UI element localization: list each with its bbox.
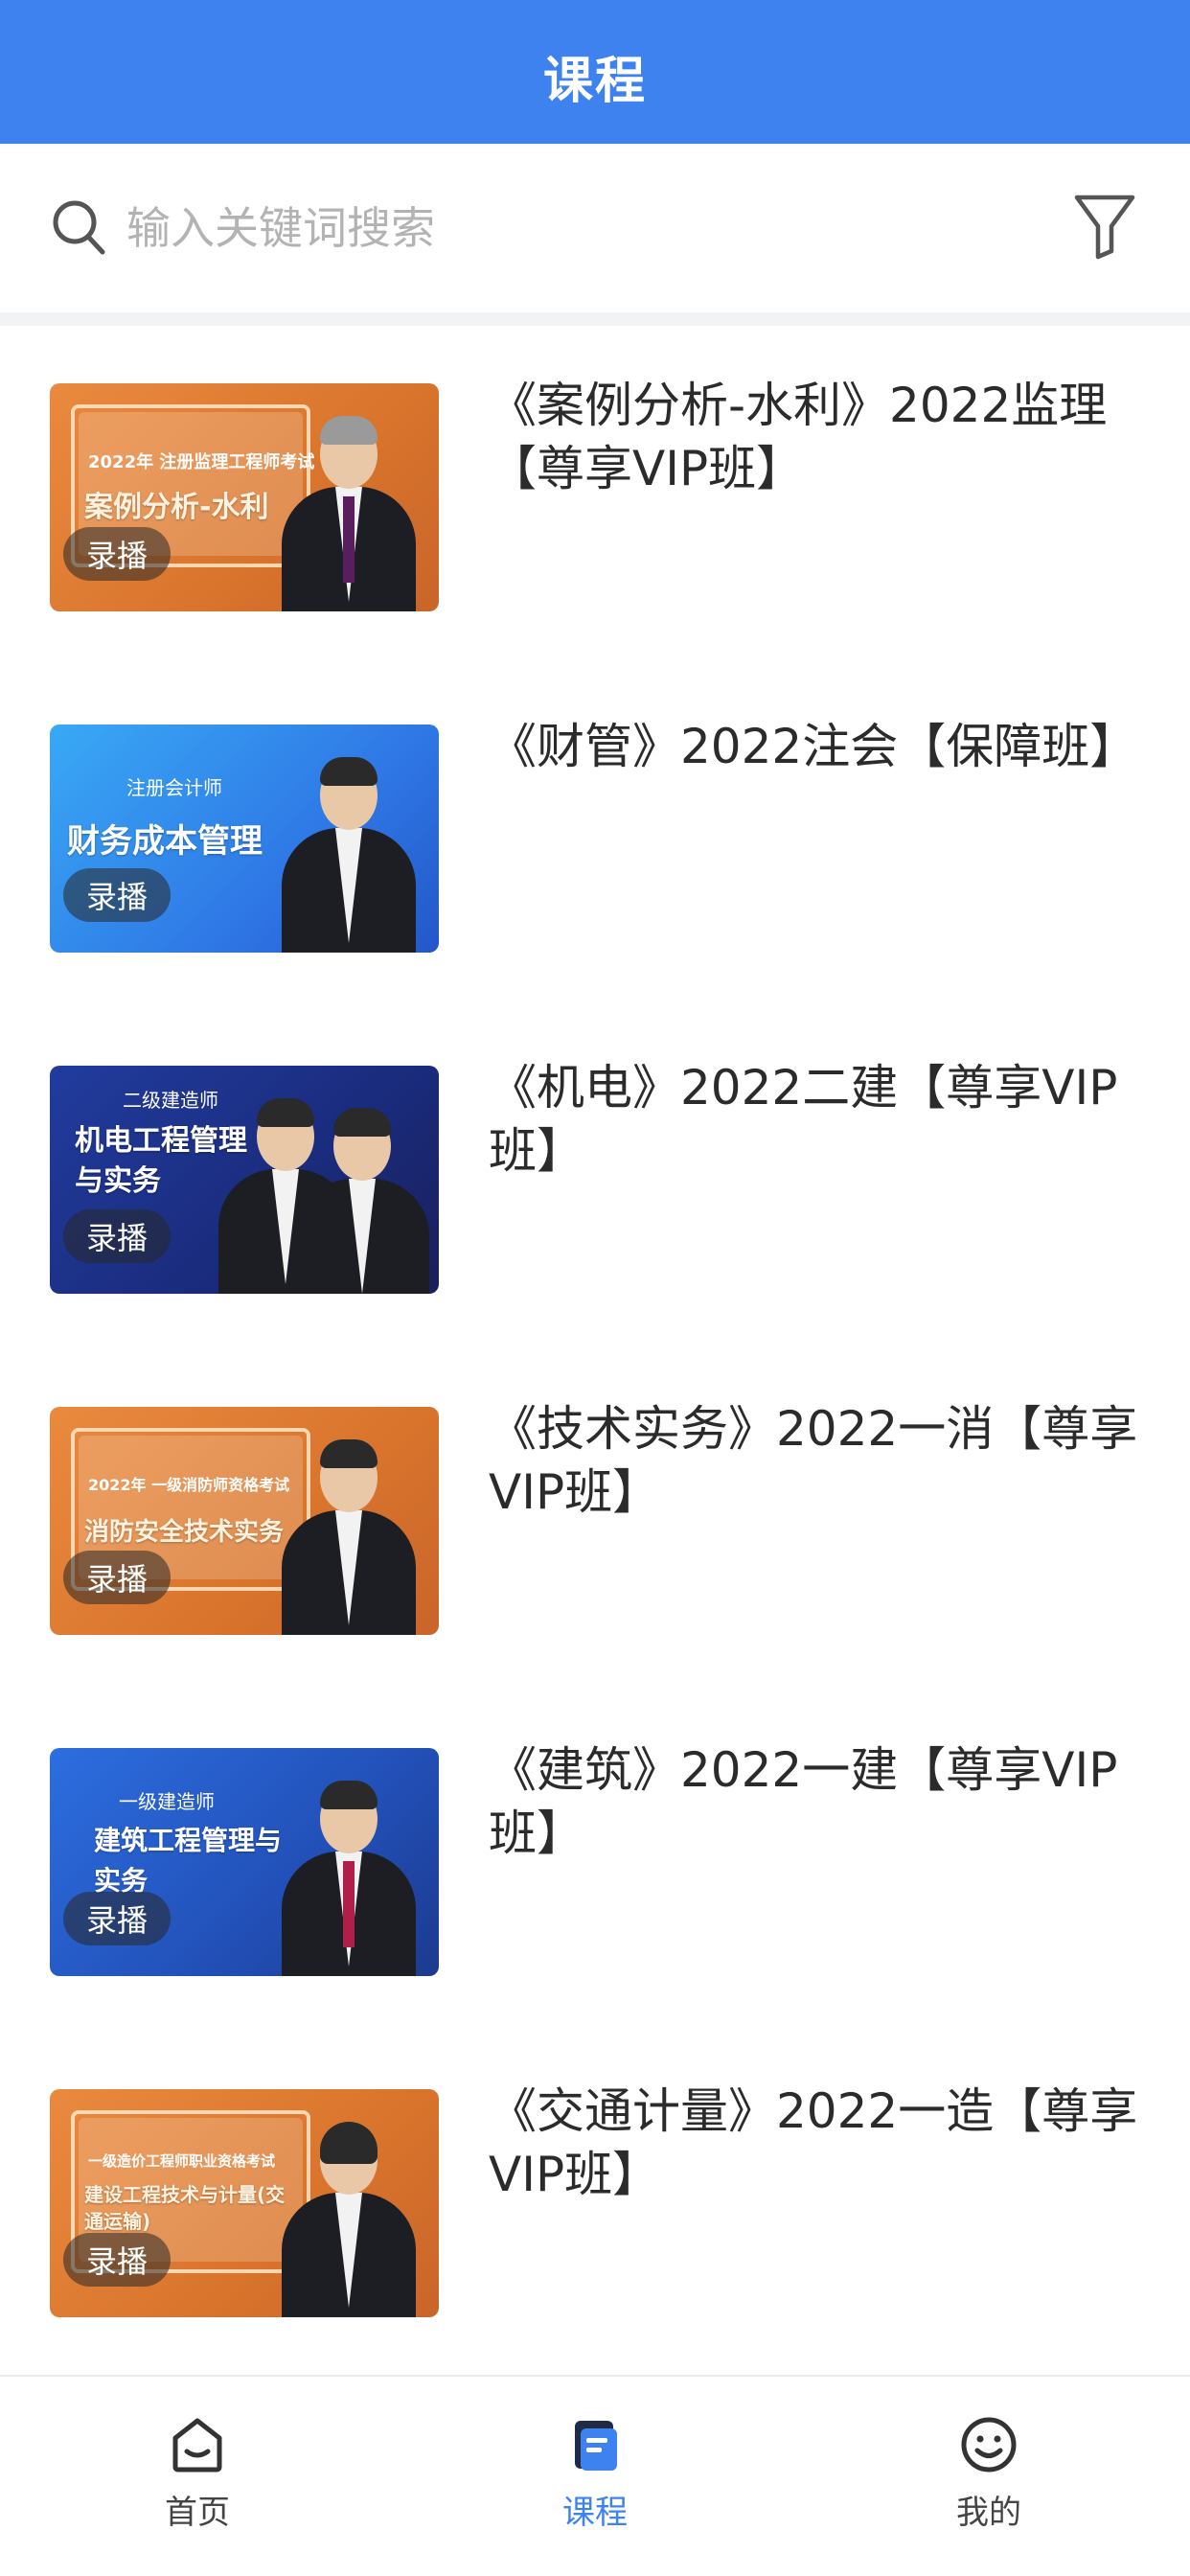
course-title[interactable]: 《案例分析-水利》2022监理【尊享VIP班】 [489,374,1150,500]
course-thumbnail[interactable]: 一级建造师 建筑工程管理与实务 录播 [50,1748,439,1976]
teacher-photo [282,2116,416,2317]
search-bar [0,144,1190,312]
course-thumbnail[interactable]: 2022年 注册监理工程师考试 案例分析-水利 录播 [50,383,439,611]
course-thumbnail[interactable]: 一级造价工程师职业资格考试 建设工程技术与计量(交通运输) 录播 [50,2089,439,2317]
course-item[interactable]: 一级造价工程师职业资格考试 建设工程技术与计量(交通运输) 录播 《交通计量》2… [0,2032,1190,2373]
teacher-photo [282,410,416,611]
thumb-subtitle: 二级建造师 [123,1089,218,1112]
recorded-badge: 录播 [63,527,171,581]
thumb-title: 建筑工程管理与实务 [94,1825,283,1897]
course-title[interactable]: 《财管》2022注会【保障班】 [489,715,1150,778]
teacher-photo [282,751,416,953]
thumb-subtitle: 一级造价工程师职业资格考试 [88,2152,276,2170]
teacher-photo [295,1102,429,1294]
course-item[interactable]: 二级建造师 机电工程管理与实务 录播 《机电》2022二建【尊享VIP班】 [0,1008,1190,1349]
course-title[interactable]: 《机电》2022二建【尊享VIP班】 [489,1056,1150,1183]
tab-label: 课程 [562,2494,628,2532]
recorded-badge: 录播 [63,1209,171,1263]
tab-home[interactable]: 首页 [102,2405,293,2540]
course-title[interactable]: 《技术实务》2022一消【尊享VIP班】 [489,1397,1150,1524]
course-thumbnail[interactable]: 2022年 一级消防师资格考试 消防安全技术实务 录播 [50,1407,439,1635]
thumb-title: 财务成本管理 [67,822,263,861]
app-header: 课程 [0,0,1190,144]
tab-label: 我的 [956,2494,1021,2532]
thumb-title: 建设工程技术与计量(交通运输) [84,2183,286,2233]
filter-icon[interactable] [1073,192,1136,261]
course-title[interactable]: 《交通计量》2022一造【尊享VIP班】 [489,2080,1150,2206]
thumb-subtitle: 注册会计师 [126,776,222,799]
course-item[interactable]: 注册会计师 财务成本管理 录播 《财管》2022注会【保障班】 [0,667,1190,1008]
smile-icon [961,2417,1017,2472]
tab-courses[interactable]: 课程 [499,2405,691,2540]
course-item[interactable]: 2022年 一级消防师资格考试 消防安全技术实务 录播 《技术实务》2022一消… [0,1349,1190,1690]
recorded-badge: 录播 [63,1551,171,1604]
teacher-photo [282,1434,416,1635]
page-title: 课程 [542,52,647,110]
teacher-photo [282,1775,416,1976]
course-item[interactable]: 一级建造师 建筑工程管理与实务 录播 《建筑》2022一建【尊享VIP班】 [0,1690,1190,2032]
bottom-tab-bar: 首页 课程 我的 [0,2375,1190,2576]
search-icon [53,200,105,255]
tab-label: 首页 [165,2494,230,2532]
recorded-badge: 录播 [63,1892,171,1945]
course-thumbnail[interactable]: 注册会计师 财务成本管理 录播 [50,724,439,953]
home-icon [172,2418,222,2472]
tab-mine[interactable]: 我的 [893,2405,1085,2540]
course-item[interactable]: 2022年 注册监理工程师考试 案例分析-水利 录播 《案例分析-水利》2022… [0,326,1190,667]
course-thumbnail[interactable]: 二级建造师 机电工程管理与实务 录播 [50,1066,439,1294]
thumb-title: 消防安全技术实务 [84,1518,285,1547]
recorded-badge: 录播 [63,868,171,922]
course-title[interactable]: 《建筑》2022一建【尊享VIP班】 [489,1738,1150,1865]
thumb-subtitle: 一级建造师 [119,1790,215,1813]
book-icon [575,2421,617,2471]
search-input[interactable] [126,194,989,263]
recorded-badge: 录播 [63,2233,171,2287]
thumb-title: 案例分析-水利 [84,491,269,524]
divider [0,312,1190,326]
thumb-subtitle: 2022年 注册监理工程师考试 [88,452,315,472]
thumb-subtitle: 2022年 一级消防师资格考试 [88,1476,290,1494]
